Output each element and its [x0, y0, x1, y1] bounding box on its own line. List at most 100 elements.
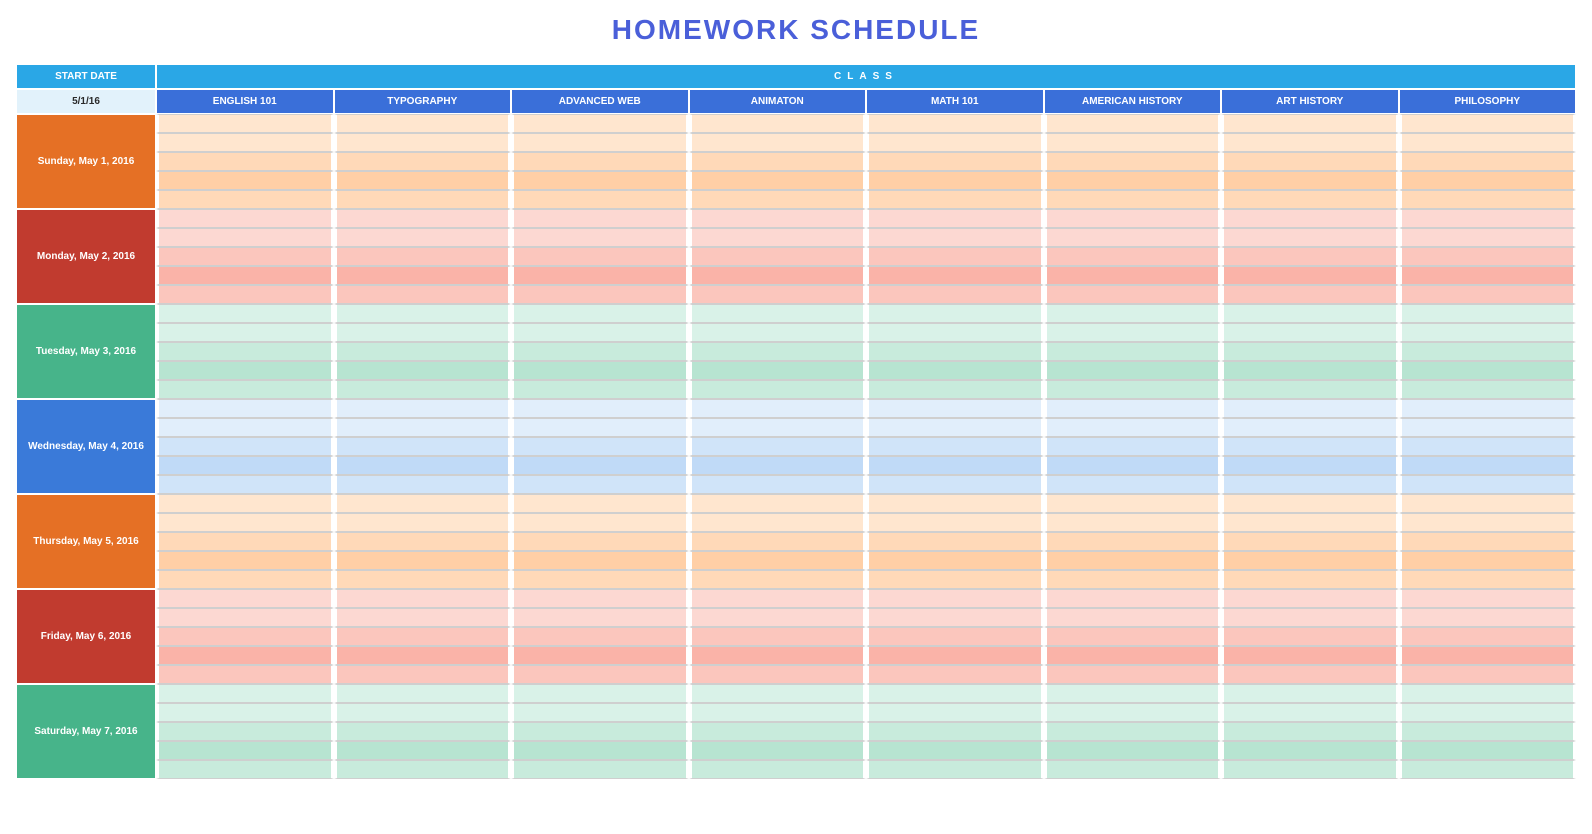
schedule-cell[interactable] [866, 418, 1044, 437]
schedule-cell[interactable] [689, 627, 867, 646]
schedule-cell[interactable] [511, 190, 689, 209]
schedule-cell[interactable] [1221, 209, 1399, 228]
schedule-cell[interactable] [866, 608, 1044, 627]
schedule-cell[interactable] [866, 228, 1044, 247]
schedule-cell[interactable] [689, 665, 867, 684]
schedule-cell[interactable] [156, 646, 334, 665]
schedule-cell[interactable] [511, 285, 689, 304]
schedule-cell[interactable] [1044, 266, 1222, 285]
schedule-cell[interactable] [866, 247, 1044, 266]
schedule-cell[interactable] [511, 551, 689, 570]
schedule-cell[interactable] [689, 285, 867, 304]
schedule-cell[interactable] [334, 665, 512, 684]
schedule-cell[interactable] [156, 209, 334, 228]
schedule-cell[interactable] [511, 152, 689, 171]
schedule-cell[interactable] [1221, 665, 1399, 684]
schedule-cell[interactable] [689, 361, 867, 380]
schedule-cell[interactable] [1221, 456, 1399, 475]
schedule-cell[interactable] [1044, 437, 1222, 456]
schedule-cell[interactable] [1399, 361, 1577, 380]
schedule-cell[interactable] [866, 513, 1044, 532]
schedule-cell[interactable] [156, 114, 334, 133]
schedule-cell[interactable] [511, 304, 689, 323]
schedule-cell[interactable] [156, 323, 334, 342]
schedule-cell[interactable] [866, 627, 1044, 646]
schedule-cell[interactable] [1399, 627, 1577, 646]
schedule-cell[interactable] [866, 399, 1044, 418]
schedule-cell[interactable] [866, 475, 1044, 494]
schedule-cell[interactable] [511, 171, 689, 190]
schedule-cell[interactable] [156, 684, 334, 703]
schedule-cell[interactable] [1221, 228, 1399, 247]
schedule-cell[interactable] [334, 323, 512, 342]
schedule-cell[interactable] [511, 722, 689, 741]
schedule-cell[interactable] [1044, 722, 1222, 741]
schedule-cell[interactable] [334, 684, 512, 703]
schedule-cell[interactable] [1399, 285, 1577, 304]
schedule-cell[interactable] [156, 171, 334, 190]
schedule-cell[interactable] [1044, 190, 1222, 209]
schedule-cell[interactable] [866, 760, 1044, 779]
schedule-cell[interactable] [1221, 513, 1399, 532]
schedule-cell[interactable] [511, 399, 689, 418]
schedule-cell[interactable] [1399, 589, 1577, 608]
schedule-cell[interactable] [1221, 703, 1399, 722]
schedule-cell[interactable] [689, 646, 867, 665]
schedule-cell[interactable] [1399, 570, 1577, 589]
schedule-cell[interactable] [334, 608, 512, 627]
schedule-cell[interactable] [1221, 171, 1399, 190]
schedule-cell[interactable] [1221, 190, 1399, 209]
schedule-cell[interactable] [1221, 475, 1399, 494]
schedule-cell[interactable] [689, 152, 867, 171]
schedule-cell[interactable] [511, 114, 689, 133]
schedule-cell[interactable] [1399, 304, 1577, 323]
schedule-cell[interactable] [1221, 285, 1399, 304]
schedule-cell[interactable] [866, 456, 1044, 475]
schedule-cell[interactable] [156, 380, 334, 399]
schedule-cell[interactable] [689, 684, 867, 703]
schedule-cell[interactable] [334, 494, 512, 513]
schedule-cell[interactable] [689, 209, 867, 228]
schedule-cell[interactable] [1044, 703, 1222, 722]
schedule-cell[interactable] [334, 437, 512, 456]
schedule-cell[interactable] [1399, 152, 1577, 171]
schedule-cell[interactable] [1044, 361, 1222, 380]
schedule-cell[interactable] [1221, 494, 1399, 513]
schedule-cell[interactable] [689, 190, 867, 209]
schedule-cell[interactable] [334, 418, 512, 437]
schedule-cell[interactable] [334, 304, 512, 323]
schedule-cell[interactable] [1044, 532, 1222, 551]
schedule-cell[interactable] [866, 361, 1044, 380]
schedule-cell[interactable] [1044, 760, 1222, 779]
schedule-cell[interactable] [689, 608, 867, 627]
schedule-cell[interactable] [689, 703, 867, 722]
schedule-cell[interactable] [511, 380, 689, 399]
schedule-cell[interactable] [689, 266, 867, 285]
schedule-cell[interactable] [156, 228, 334, 247]
schedule-cell[interactable] [511, 741, 689, 760]
schedule-cell[interactable] [511, 228, 689, 247]
schedule-cell[interactable] [1399, 133, 1577, 152]
schedule-cell[interactable] [1399, 209, 1577, 228]
schedule-cell[interactable] [1044, 494, 1222, 513]
schedule-cell[interactable] [334, 570, 512, 589]
schedule-cell[interactable] [511, 665, 689, 684]
schedule-cell[interactable] [511, 760, 689, 779]
schedule-cell[interactable] [1399, 247, 1577, 266]
schedule-cell[interactable] [1044, 133, 1222, 152]
schedule-cell[interactable] [1399, 513, 1577, 532]
schedule-cell[interactable] [334, 703, 512, 722]
schedule-cell[interactable] [1044, 285, 1222, 304]
schedule-cell[interactable] [866, 722, 1044, 741]
schedule-cell[interactable] [1399, 494, 1577, 513]
schedule-cell[interactable] [866, 551, 1044, 570]
schedule-cell[interactable] [1221, 589, 1399, 608]
schedule-cell[interactable] [156, 665, 334, 684]
schedule-cell[interactable] [1044, 171, 1222, 190]
schedule-cell[interactable] [1221, 418, 1399, 437]
schedule-cell[interactable] [334, 171, 512, 190]
schedule-cell[interactable] [334, 589, 512, 608]
schedule-cell[interactable] [1399, 323, 1577, 342]
schedule-cell[interactable] [1399, 646, 1577, 665]
schedule-cell[interactable] [334, 209, 512, 228]
